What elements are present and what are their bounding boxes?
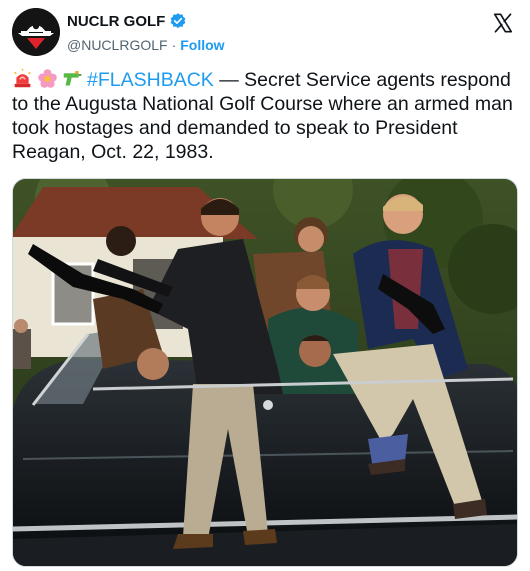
- handle[interactable]: @NUCLRGOLF: [67, 37, 168, 53]
- author-block: NUCLR GOLF @NUCLRGOLF · Follow: [67, 11, 225, 54]
- display-name[interactable]: NUCLR GOLF: [67, 13, 165, 30]
- x-logo-icon[interactable]: [492, 12, 514, 34]
- photo-secret-service-agents: [13, 179, 517, 566]
- avatar[interactable]: [12, 8, 60, 56]
- separator-dot: ·: [171, 37, 177, 53]
- verified-badge-icon: [169, 12, 187, 30]
- water-pistol-emoji: [62, 68, 83, 89]
- flower-emoji: [37, 68, 58, 89]
- nuclr-golf-logo: [12, 8, 60, 56]
- hashtag-link[interactable]: #FLASHBACK: [87, 69, 214, 91]
- tweet-header: NUCLR GOLF @NUCLRGOLF · Follow: [12, 8, 518, 56]
- follow-button[interactable]: Follow: [180, 37, 224, 53]
- rotating-light-emoji: [12, 68, 33, 89]
- tweet-card: NUCLR GOLF @NUCLRGOLF · Follow #FLASHBAC…: [0, 0, 530, 571]
- tweet-text: #FLASHBACK — Secret Service agents respo…: [12, 68, 518, 164]
- tweet-photo[interactable]: [12, 178, 518, 567]
